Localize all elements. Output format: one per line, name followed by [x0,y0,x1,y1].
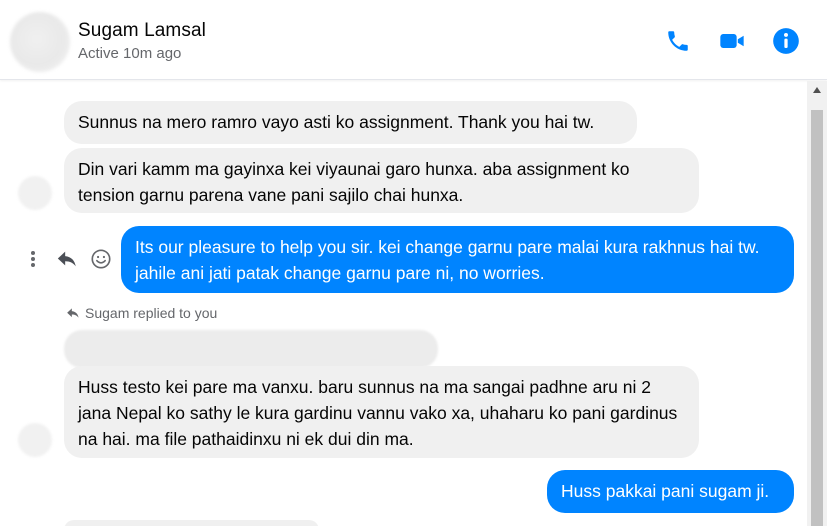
scrollbar-thumb[interactable] [811,110,823,526]
phone-icon[interactable] [664,27,692,55]
contact-avatar-small [18,176,52,210]
reply-indicator: Sugam replied to you [66,305,217,321]
emoji-reaction-icon[interactable] [86,244,116,274]
incoming-message[interactable]: Sunnus na mero ramro vayo asti ko assign… [64,101,637,144]
outgoing-message[interactable]: Its our pleasure to help you sir. kei ch… [121,226,794,293]
message-actions [18,244,120,274]
contact-avatar[interactable] [10,12,70,72]
incoming-message[interactable]: Huss testo kei pare ma vanxu. baru sunnu… [64,366,699,458]
active-status: Active 10m ago [78,45,182,62]
more-options-icon[interactable] [18,244,48,274]
quoted-message[interactable] [64,330,438,368]
reply-icon[interactable] [52,244,82,274]
video-camera-icon[interactable] [718,27,746,55]
contact-avatar-small [18,423,52,457]
contact-name[interactable]: Sugam Lamsal [78,20,206,42]
reply-small-icon [67,308,79,318]
incoming-message[interactable]: Din vari kamm ma gayinxa kei viyaunai ga… [64,148,699,213]
conversation-header: Sugam Lamsal Active 10m ago [0,0,827,80]
reply-indicator-text: Sugam replied to you [85,305,218,321]
outgoing-message[interactable]: Huss pakkai pani sugam ji. [547,470,794,513]
incoming-message-partial[interactable] [64,520,319,526]
info-icon[interactable] [772,27,800,55]
scroll-up-arrow-icon[interactable] [813,87,821,93]
